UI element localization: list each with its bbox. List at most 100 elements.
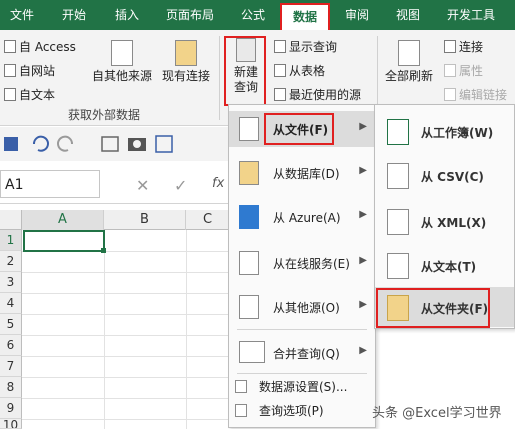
- from-text-button[interactable]: 自文本: [4, 86, 55, 104]
- csv-icon: [387, 163, 409, 189]
- row-header[interactable]: 3: [0, 272, 22, 293]
- existing-connections-button[interactable]: 现有连接: [158, 40, 214, 84]
- menu-item-from-database[interactable]: 从数据库(D) ▶: [229, 155, 375, 191]
- connections-icon: [444, 40, 456, 53]
- submenu-item-csv[interactable]: 从 CSV(C): [375, 155, 514, 195]
- column-header[interactable]: B: [104, 210, 186, 230]
- row-header[interactable]: 10: [0, 419, 22, 429]
- submenu-arrow-icon: ▶: [359, 165, 367, 176]
- grid-line: [22, 293, 230, 294]
- tab-formulas[interactable]: 公式: [230, 0, 276, 30]
- column-header[interactable]: A: [22, 210, 104, 230]
- excel-icon: [387, 119, 409, 145]
- text-file-icon: [4, 88, 16, 101]
- properties-button[interactable]: 属性: [444, 62, 483, 80]
- active-cell-a1[interactable]: [23, 230, 105, 252]
- grid-line: [104, 230, 105, 429]
- properties-icon: [444, 64, 456, 77]
- submenu-arrow-icon: ▶: [359, 299, 367, 310]
- access-icon: [4, 40, 16, 53]
- tab-home[interactable]: 开始: [50, 0, 98, 30]
- column-header[interactable]: C: [186, 210, 230, 230]
- tab-insert[interactable]: 插入: [104, 0, 150, 30]
- tab-page-layout[interactable]: 页面布局: [156, 0, 224, 30]
- recent-sources-button[interactable]: 最近使用的源: [274, 86, 361, 104]
- submenu-item-xml[interactable]: 从 XML(X): [375, 201, 514, 241]
- submenu-arrow-icon: ▶: [359, 345, 367, 356]
- edit-links-button[interactable]: 编辑链接: [444, 86, 507, 104]
- grid-line: [22, 356, 230, 357]
- name-box[interactable]: A1: [0, 170, 100, 198]
- grid-line: [22, 314, 230, 315]
- cloud-icon: [239, 251, 259, 275]
- settings-icon: [235, 380, 247, 393]
- menu-item-from-other-sources[interactable]: 从其他源(O) ▶: [229, 289, 375, 325]
- grid-line: [186, 230, 187, 429]
- row-header[interactable]: 5: [0, 314, 22, 335]
- row-header[interactable]: 6: [0, 335, 22, 356]
- file-icon: [239, 117, 259, 141]
- fx-icon[interactable]: fx: [212, 176, 224, 191]
- submenu-item-text[interactable]: 从文本(T): [375, 245, 514, 285]
- row-header[interactable]: 1: [0, 230, 22, 251]
- xml-icon: [387, 209, 409, 235]
- other-source-icon: [239, 295, 259, 319]
- row-header[interactable]: 8: [0, 377, 22, 398]
- select-all-corner[interactable]: [0, 210, 22, 230]
- submenu-arrow-icon: ▶: [359, 209, 367, 220]
- grid-line: [22, 398, 230, 399]
- highlight-new-query: [224, 36, 266, 106]
- highlight-from-file: [264, 113, 334, 145]
- tab-file[interactable]: 文件: [0, 0, 44, 30]
- menu-item-from-azure[interactable]: 从 Azure(A) ▶: [229, 199, 375, 235]
- highlight-from-folder: [376, 288, 490, 328]
- table-icon: [274, 64, 286, 77]
- group-label-external-data: 获取外部数据: [68, 108, 141, 122]
- submenu-item-workbook[interactable]: 从工作簿(W): [375, 111, 514, 151]
- tab-view[interactable]: 视图: [386, 0, 430, 30]
- grid-line: [22, 377, 230, 378]
- qat-icons: [4, 135, 173, 153]
- row-header[interactable]: 9: [0, 398, 22, 419]
- ribbon-tab-bar: 文件 开始 插入 页面布局 公式 数据 审阅 视图 开发工具: [0, 0, 515, 30]
- connections-button[interactable]: 连接: [444, 38, 483, 56]
- fill-handle[interactable]: [101, 248, 106, 253]
- submenu-arrow-icon: ▶: [359, 121, 367, 132]
- watermark: 头条 @Excel学习世界: [372, 406, 502, 421]
- grid-line: [22, 335, 230, 336]
- web-icon: [4, 64, 16, 77]
- menu-divider: [237, 373, 367, 374]
- tab-data[interactable]: 数据: [280, 3, 330, 30]
- from-table-button[interactable]: 从表格: [274, 62, 325, 80]
- enter-icon[interactable]: ✓: [174, 176, 187, 195]
- from-access-button[interactable]: 自 Access: [4, 38, 76, 56]
- show-queries-button[interactable]: 显示查询: [274, 38, 337, 56]
- azure-icon: [239, 205, 259, 229]
- row-header[interactable]: 4: [0, 293, 22, 314]
- cancel-icon[interactable]: ✕: [136, 176, 149, 195]
- menu-item-query-options[interactable]: 查询选项(P): [229, 401, 375, 421]
- other-sources-button[interactable]: 自其他来源: [86, 40, 158, 84]
- menu-item-data-source-settings[interactable]: 数据源设置(S)...: [229, 377, 375, 397]
- combine-icon: [239, 341, 265, 363]
- new-query-menu: 从文件(F) ▶ 从数据库(D) ▶ 从 Azure(A) ▶ 从在线服务(E)…: [228, 104, 376, 428]
- options-icon: [235, 404, 247, 417]
- from-web-button[interactable]: 自网站: [4, 62, 55, 80]
- row-header[interactable]: 2: [0, 251, 22, 272]
- menu-item-from-online-services[interactable]: 从在线服务(E) ▶: [229, 245, 375, 281]
- menu-item-combine-queries[interactable]: 合并查询(Q) ▶: [229, 335, 375, 371]
- edit-links-icon: [444, 88, 456, 101]
- refresh-all-button[interactable]: 全部刷新: [382, 40, 436, 84]
- ribbon-separator: [219, 36, 220, 120]
- row-header[interactable]: 7: [0, 356, 22, 377]
- recent-sources-icon: [274, 88, 286, 101]
- queries-icon: [274, 40, 286, 53]
- submenu-arrow-icon: ▶: [359, 255, 367, 266]
- grid-line: [22, 272, 230, 273]
- refresh-icon: [398, 40, 420, 66]
- database-icon: [239, 161, 259, 185]
- tab-review[interactable]: 审阅: [334, 0, 380, 30]
- quick-access-toolbar: [0, 127, 230, 161]
- tab-developer[interactable]: 开发工具: [436, 0, 506, 30]
- text-icon: [387, 253, 409, 279]
